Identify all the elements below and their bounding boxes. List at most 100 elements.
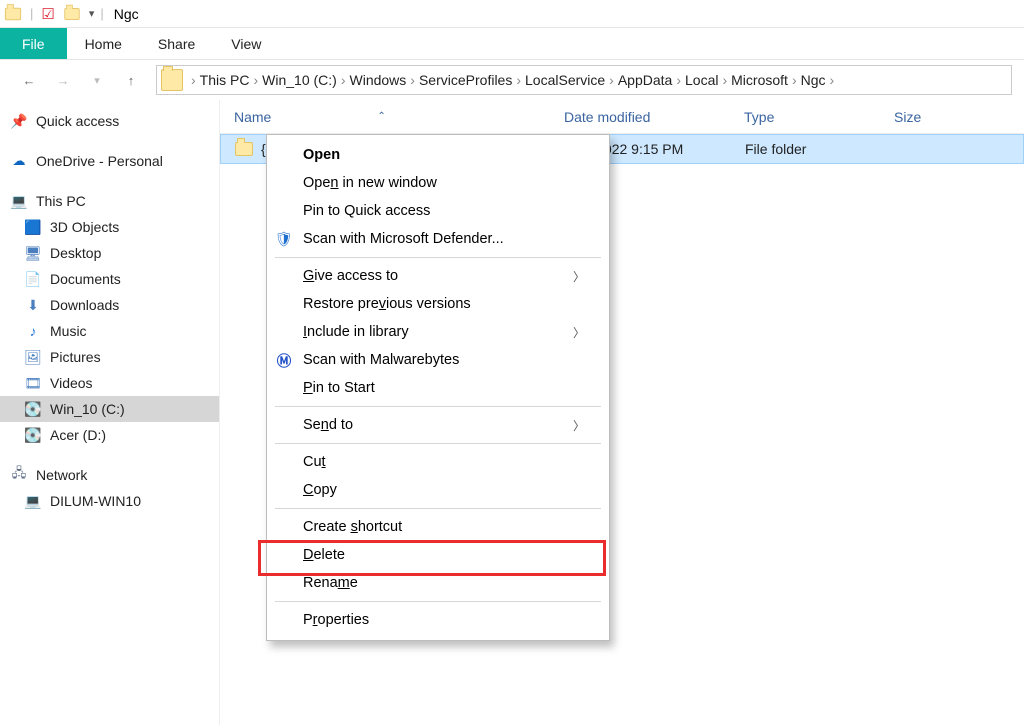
sidebar-quick-access[interactable]: 📌 Quick access [0,108,219,134]
sidebar-item-label: Music [50,323,87,339]
forward-button: → [52,69,74,91]
tab-view[interactable]: View [213,28,279,59]
breadcrumb-separator-icon[interactable]: › [792,72,797,88]
menu-scan-defender[interactable]: 🛡 Scan with Microsoft Defender... [267,225,609,253]
back-button[interactable]: ← [18,69,40,91]
column-type[interactable]: Type [730,109,880,125]
menu-restore-previous-versions[interactable]: Restore previous versions [267,290,609,318]
network-icon: 🖧 [10,466,28,484]
menu-send-to[interactable]: Send to〉 [267,411,609,439]
sidebar-label: OneDrive - Personal [36,153,163,169]
sidebar-item-label: Desktop [50,245,101,261]
breadcrumb-serviceprofiles[interactable]: ServiceProfiles [419,72,512,88]
sidebar-item-win-10-c-[interactable]: 💽 Win_10 (C:) [0,396,219,422]
breadcrumb-separator-icon[interactable]: › [722,72,727,88]
malwarebytes-icon: Ⓜ [273,349,295,371]
menu-separator [275,402,601,411]
menu-open-new-window[interactable]: Open in new window [267,169,609,197]
tab-share[interactable]: Share [140,28,213,59]
navigation-pane[interactable]: 📌 Quick access ☁ OneDrive - Personal 💻 T… [0,100,220,725]
context-menu[interactable]: Open Open in new window Pin to Quick acc… [266,134,610,641]
folder-icon: 💽 [24,426,42,444]
menu-include-in-library[interactable]: Include in library〉 [267,318,609,346]
breadcrumb-local[interactable]: Local [685,72,718,88]
sidebar-item-label: 3D Objects [50,219,119,235]
menu-pin-to-start[interactable]: Pin to Start [267,374,609,402]
chevron-right-icon: 〉 [573,268,593,285]
star-icon: 📌 [10,112,28,130]
breadcrumb-this-pc[interactable]: This PC [200,72,250,88]
sidebar-item-downloads[interactable]: ⬇ Downloads [0,292,219,318]
up-button[interactable]: ↑ [120,69,142,91]
breadcrumb-localservice[interactable]: LocalService [525,72,605,88]
menu-give-access-to[interactable]: Give access to〉 [267,262,609,290]
breadcrumb-separator-icon[interactable]: › [516,72,521,88]
breadcrumb-separator-icon[interactable]: › [830,72,835,88]
sidebar-item-label: Documents [50,271,121,287]
menu-pin-quick-access[interactable]: Pin to Quick access [267,197,609,225]
sidebar-item-pictures[interactable]: 🖼Pictures [0,344,219,370]
title-bar: | ☑ ▾ | Ngc [0,0,1024,28]
menu-separator [275,597,601,606]
column-date-modified[interactable]: Date modified [550,109,730,125]
column-headers[interactable]: Name ⌃ Date modified Type Size [220,100,1024,134]
breadcrumb-microsoft[interactable]: Microsoft [731,72,788,88]
sidebar-item-music[interactable]: ♪ Music [0,318,219,344]
sidebar-label: Quick access [36,113,119,129]
qat-dropdown-icon[interactable]: ▾ [89,7,95,20]
breadcrumb-win-10-c-[interactable]: Win_10 (C:) [262,72,337,88]
menu-scan-malwarebytes[interactable]: Ⓜ Scan with Malwarebytes [267,346,609,374]
breadcrumb-separator-icon[interactable]: › [253,72,258,88]
tab-file[interactable]: File [0,28,67,59]
sidebar-item-dilum-win10[interactable]: 💻DILUM-WIN10 [0,488,219,514]
column-name[interactable]: Name ⌃ [220,109,550,125]
sidebar-item-3d-objects[interactable]: 🟦 3D Objects [0,214,219,240]
breadcrumb-separator-icon[interactable]: › [341,72,346,88]
recent-dropdown-icon[interactable]: ▾ [86,69,108,91]
sidebar-network[interactable]: 🖧 Network [0,462,219,488]
menu-separator [275,439,601,448]
sidebar-item-documents[interactable]: 📄Documents [0,266,219,292]
folder-icon: 🖥 [24,244,42,262]
sidebar-item-desktop[interactable]: 🖥 Desktop [0,240,219,266]
menu-open[interactable]: Open [267,141,609,169]
sidebar-label: Network [36,467,87,483]
breadcrumb-appdata[interactable]: AppData [618,72,672,88]
folder-icon: ♪ [24,322,42,340]
folder-icon: 🟦 [24,218,42,236]
defender-icon: 🛡 [273,228,295,250]
menu-cut[interactable]: Cut [267,448,609,476]
sidebar-item-label: Downloads [50,297,119,313]
breadcrumb-ngc[interactable]: Ngc [801,72,826,88]
address-bar[interactable]: ›This PC›Win_10 (C:)›Windows›ServiceProf… [156,65,1012,95]
breadcrumb-separator-icon[interactable]: › [191,72,196,88]
breadcrumb-separator-icon[interactable]: › [676,72,681,88]
ribbon-tabs: File Home Share View [0,28,1024,60]
sidebar-item-label: DILUM-WIN10 [50,493,141,509]
folder-icon: ⬇ [24,296,42,314]
sidebar-item-videos[interactable]: 🎞Videos [0,370,219,396]
sidebar-item-label: Win_10 (C:) [50,401,125,417]
breadcrumb-separator-icon[interactable]: › [410,72,415,88]
sidebar-onedrive[interactable]: ☁ OneDrive - Personal [0,148,219,174]
sidebar-label: This PC [36,193,86,209]
sidebar-this-pc[interactable]: 💻 This PC [0,188,219,214]
qat-separator: | [30,6,33,21]
menu-properties[interactable]: Properties [267,606,609,634]
menu-create-shortcut[interactable]: Create shortcut [267,513,609,541]
menu-delete[interactable]: Delete [267,541,609,569]
menu-rename[interactable]: Rename [267,569,609,597]
breadcrumb-windows[interactable]: Windows [350,72,407,88]
folder-icon [161,69,183,91]
folder-icon: 💽 [24,400,42,418]
qat-properties-icon[interactable]: ☑ [41,5,54,23]
tab-home[interactable]: Home [67,28,140,59]
breadcrumb-separator-icon[interactable]: › [609,72,614,88]
window-title: Ngc [114,6,139,22]
qat-new-folder-icon[interactable] [63,7,81,21]
menu-copy[interactable]: Copy [267,476,609,504]
column-size[interactable]: Size [880,109,980,125]
chevron-right-icon: 〉 [573,417,593,434]
sidebar-item-acer-d-[interactable]: 💽Acer (D:) [0,422,219,448]
sidebar-item-label: Videos [50,375,93,391]
